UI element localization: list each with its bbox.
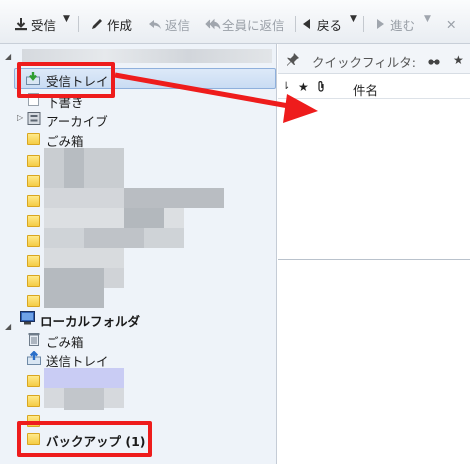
reply-button[interactable]: 返信: [148, 14, 190, 34]
redacted-block: [64, 148, 84, 188]
thread-column-icon[interactable]: ⇂: [282, 81, 290, 92]
reply-icon: [148, 17, 162, 31]
folder-local-folders-label: ローカルフォルダ: [40, 314, 141, 329]
redacted-block: [84, 228, 144, 248]
account-name-redacted: [22, 49, 272, 63]
attachment-column-icon[interactable]: [316, 80, 326, 96]
main-toolbar: 受信 ▼ 作成 返信 全員に返信 戻る ▼ 進む ▼ ✕: [0, 0, 470, 44]
toolbar-divider: [363, 16, 364, 32]
folder-icon: [27, 215, 40, 227]
reply-all-label: 全員に返信: [222, 17, 285, 33]
message-pane: クイックフィルタ: ★ ⇂ ★ 件名: [278, 44, 470, 464]
toolbar-divider: [295, 16, 296, 32]
delete-button[interactable]: ✕: [446, 14, 456, 34]
compose-label: 作成: [107, 17, 133, 33]
folder-icon: [27, 255, 40, 267]
folder-icon: [27, 275, 40, 287]
compose-button[interactable]: 作成: [90, 14, 132, 34]
folder-pane: ◢ 受信トレイ 下書き ▷ アーカイブ ごみ箱 ◢ ローカルフォルダ ごみ箱 送…: [0, 44, 277, 464]
redacted-block: [44, 268, 104, 308]
glasses-icon[interactable]: [428, 55, 440, 69]
redacted-block: [104, 268, 124, 288]
toolbar-divider: [78, 16, 79, 32]
collapse-triangle-icon[interactable]: ◢: [5, 52, 11, 61]
redacted-block: [64, 388, 104, 410]
new-folder-icon: [27, 375, 40, 387]
folder-icon: [27, 175, 40, 187]
folder-local-folders[interactable]: ローカルフォルダ: [0, 308, 276, 329]
forward-dropdown-icon[interactable]: ▼: [424, 14, 431, 24]
folder-icon: [27, 235, 40, 247]
redacted-block: [44, 368, 124, 388]
inbox-highlight-box: [17, 62, 115, 98]
left-triangle-icon: [300, 17, 314, 31]
mail-client-window: 受信 ▼ 作成 返信 全員に返信 戻る ▼ 進む ▼ ✕ ◢ 受信トレイ 下書き…: [0, 0, 470, 464]
star-filter-icon[interactable]: ★: [453, 53, 464, 67]
reply-all-icon: [205, 17, 221, 31]
redacted-block: [44, 148, 124, 188]
message-list-header: ⇂ ★ 件名: [278, 77, 470, 99]
redacted-block: [124, 208, 164, 228]
pin-icon[interactable]: [286, 52, 300, 69]
pencil-icon: [90, 17, 104, 31]
folder-trash[interactable]: ごみ箱: [0, 128, 276, 149]
folder-icon: [27, 133, 40, 145]
computer-icon: [20, 311, 35, 325]
delete-icon: ✕: [446, 16, 457, 32]
star-column-icon[interactable]: ★: [298, 80, 309, 94]
folder-icon: [27, 155, 40, 167]
redacted-block: [44, 248, 124, 268]
expand-triangle-icon[interactable]: ▷: [17, 113, 23, 122]
quick-filter-bar: クイックフィルタ: ★: [278, 44, 470, 74]
reply-label: 返信: [165, 17, 191, 33]
back-button[interactable]: 戻る: [300, 14, 342, 34]
get-mail-button[interactable]: 受信: [14, 14, 56, 34]
folder-icon: [27, 195, 40, 207]
back-dropdown-icon[interactable]: ▼: [350, 14, 357, 24]
folder-icon: [27, 295, 40, 307]
folder-local-trash[interactable]: ごみ箱: [0, 329, 276, 350]
pane-splitter[interactable]: [278, 259, 470, 260]
redacted-block: [124, 188, 224, 208]
quick-filter-label: クイックフィルタ:: [312, 55, 416, 70]
get-mail-label: 受信: [31, 17, 57, 33]
backup-highlight-box: [17, 421, 152, 457]
folder-archive[interactable]: ▷ アーカイブ: [0, 108, 276, 129]
outbox-icon: [27, 350, 41, 365]
archive-icon: [27, 112, 41, 125]
forward-button[interactable]: 進む: [373, 14, 415, 34]
back-label: 戻る: [317, 17, 343, 33]
get-mail-dropdown-icon[interactable]: ▼: [63, 14, 70, 24]
download-icon: [14, 17, 28, 31]
folder-icon: [27, 395, 40, 407]
right-triangle-icon: [373, 17, 387, 31]
reply-all-button[interactable]: 全員に返信: [205, 14, 285, 34]
trash-bin-icon: [28, 332, 40, 346]
forward-label: 進む: [390, 17, 416, 33]
folder-outbox[interactable]: 送信トレイ: [0, 348, 276, 369]
subject-column-header[interactable]: 件名: [353, 80, 378, 99]
